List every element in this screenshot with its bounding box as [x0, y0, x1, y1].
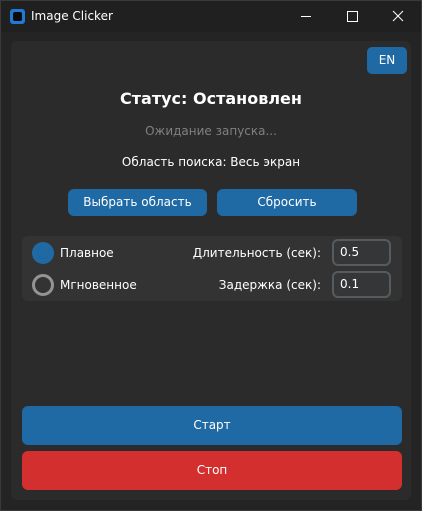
reset-area-button[interactable]: Сбросить — [217, 189, 357, 216]
delay-input[interactable]: 0.1 — [332, 271, 391, 298]
maximize-button[interactable] — [329, 1, 375, 32]
mode-instant-label[interactable]: Мгновенное — [60, 277, 137, 293]
start-button[interactable]: Старт — [22, 406, 402, 445]
status-subtitle: Ожидание запуска... — [145, 124, 277, 138]
window-title: Image Clicker — [31, 9, 113, 23]
minimize-icon — [301, 16, 311, 17]
mode-instant-radio[interactable] — [32, 274, 54, 296]
mode-smooth-label[interactable]: Плавное — [60, 245, 114, 261]
stop-button[interactable]: Стоп — [22, 451, 402, 490]
app-window: Image Clicker EN Статус: Остановлен Ожид… — [0, 0, 422, 511]
delay-label: Задержка (сек): — [218, 278, 321, 292]
close-button[interactable] — [375, 1, 421, 32]
title-bar: Image Clicker — [1, 1, 421, 32]
duration-label: Длительность (сек): — [192, 246, 321, 260]
duration-input[interactable]: 0.5 — [332, 239, 391, 266]
maximize-icon — [347, 11, 358, 22]
status-title: Статус: Остановлен — [120, 89, 302, 108]
search-area-label: Область поиска: Весь экран — [121, 155, 301, 169]
app-icon — [10, 9, 25, 24]
select-area-button[interactable]: Выбрать область — [68, 189, 207, 216]
mode-smooth-radio[interactable] — [32, 242, 54, 264]
close-icon — [392, 10, 404, 22]
minimize-button[interactable] — [283, 1, 329, 32]
language-button[interactable]: EN — [367, 47, 407, 74]
